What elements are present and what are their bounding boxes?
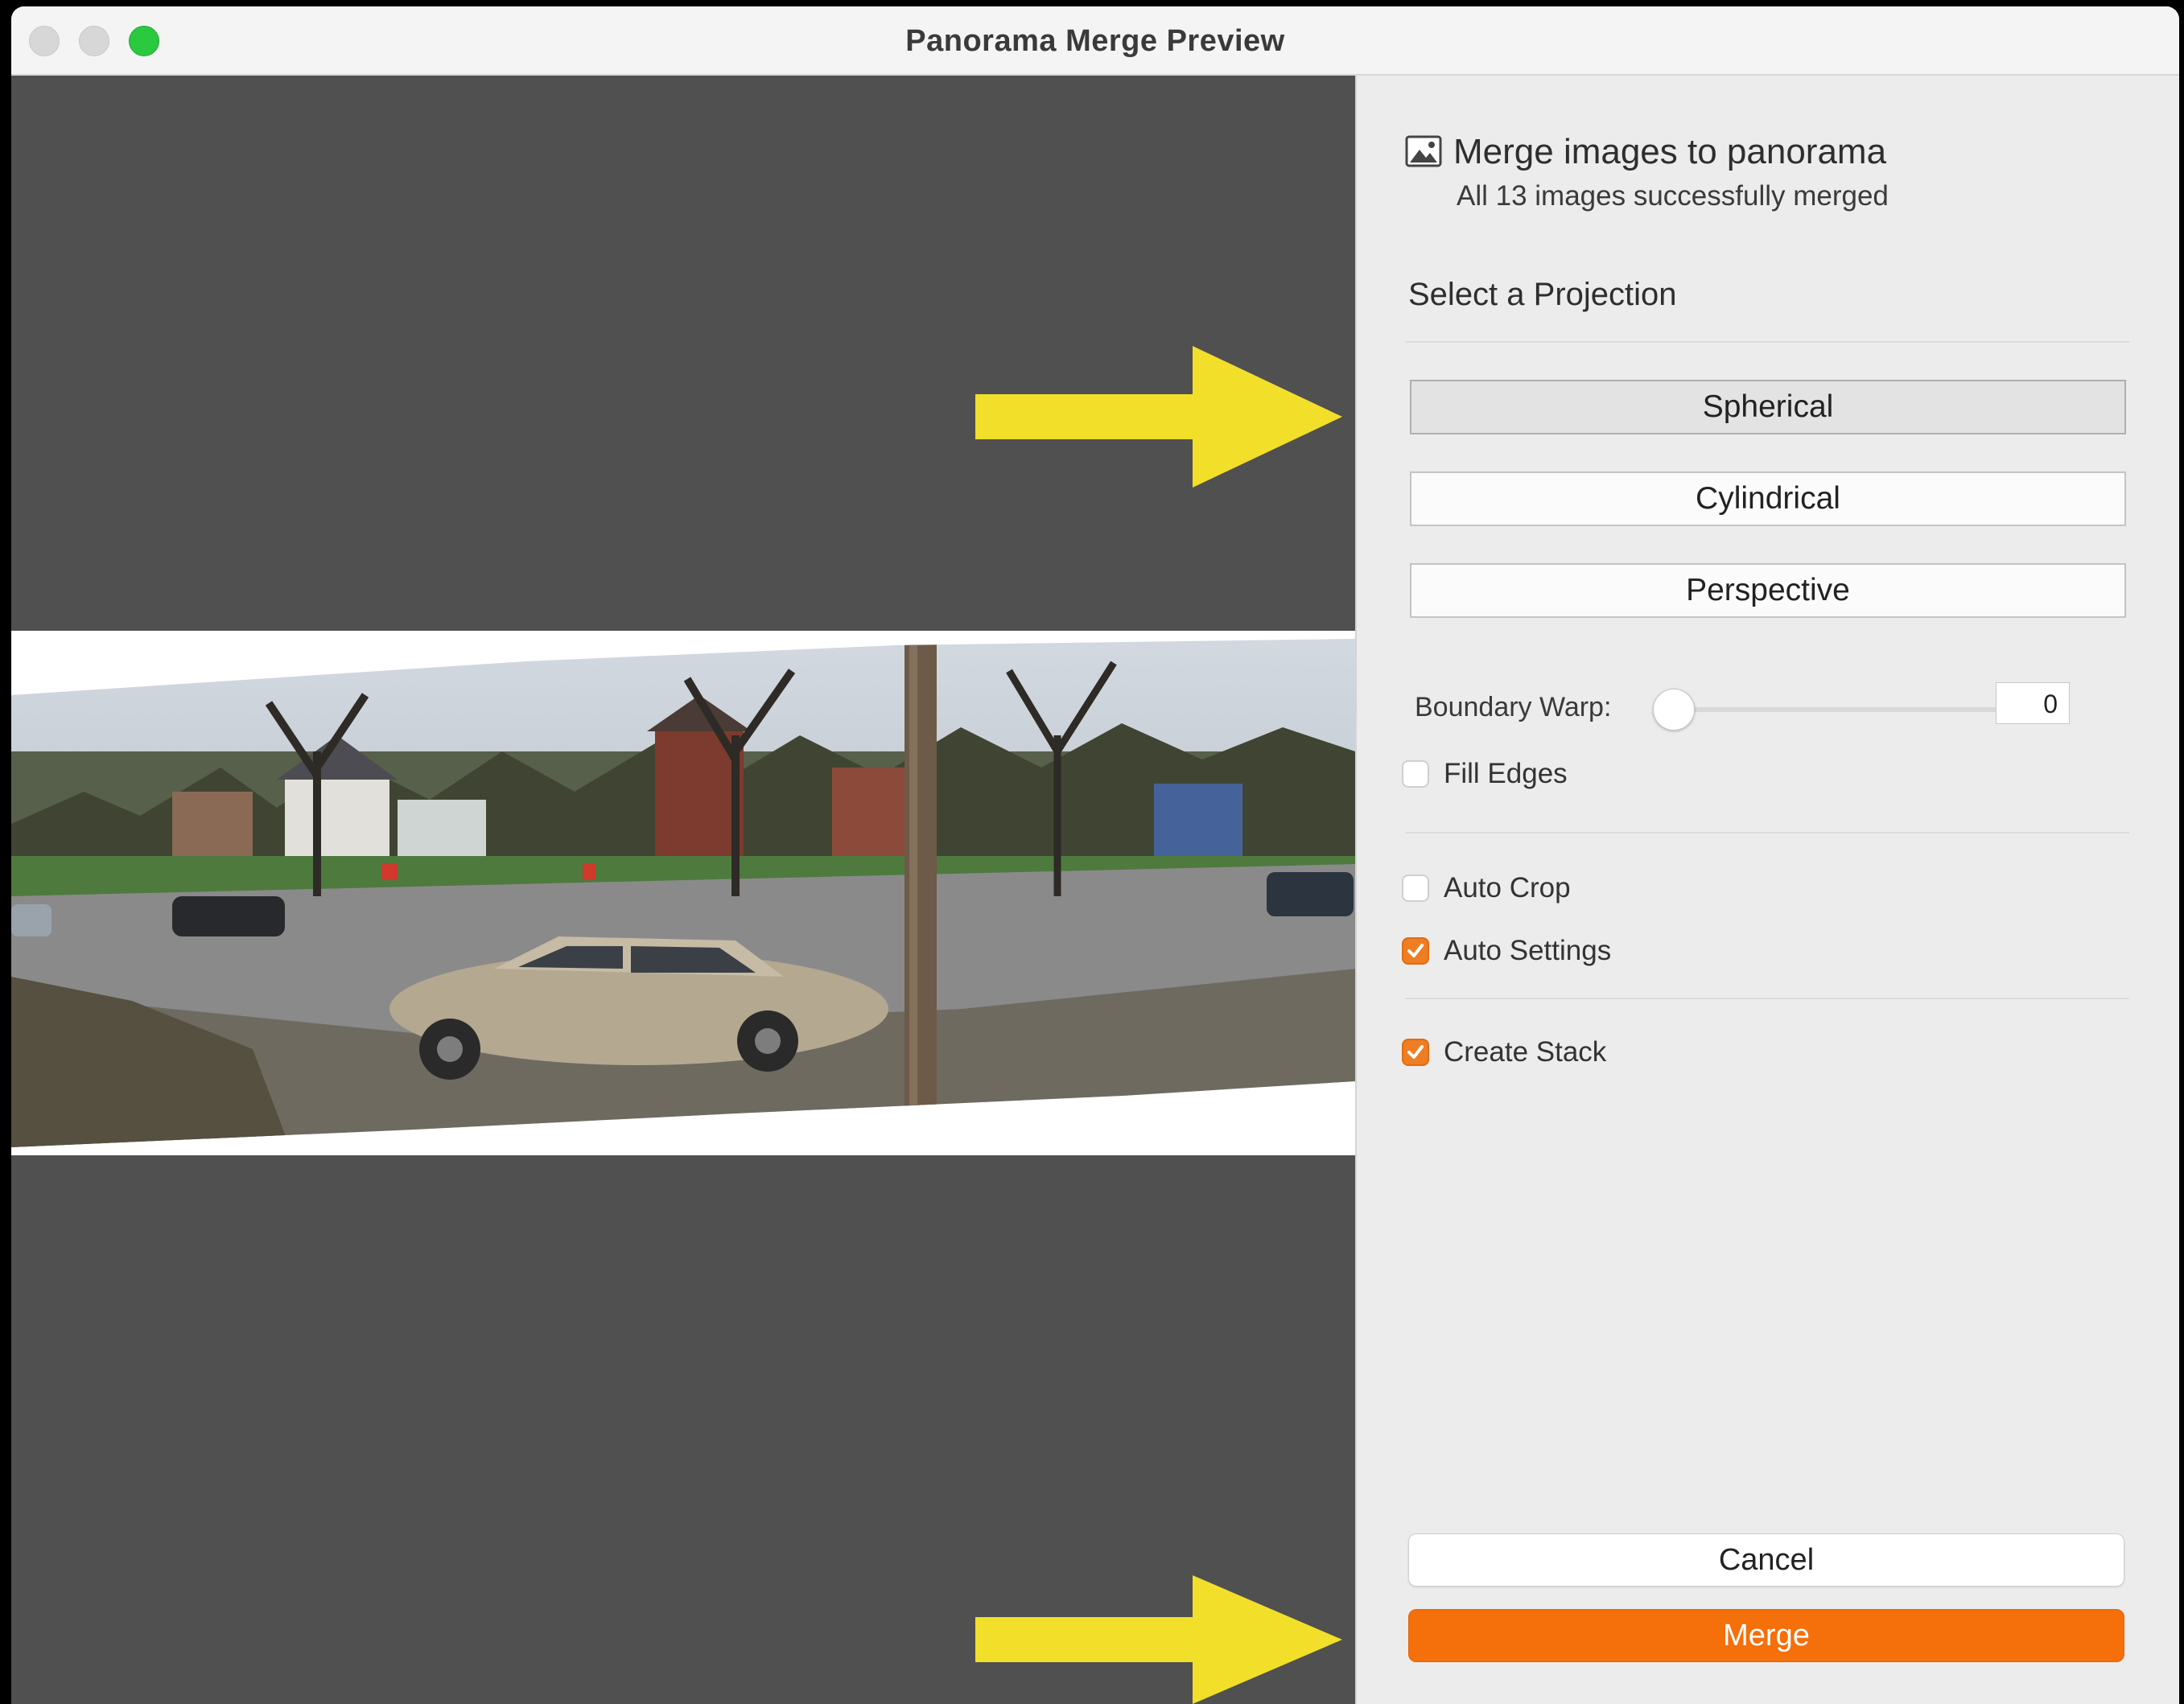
auto-crop-option[interactable]: Auto Crop: [1402, 872, 1571, 904]
projection-section-label: Select a Projection: [1408, 277, 1677, 312]
panorama-preview-image: [11, 631, 1355, 1155]
panorama-merge-window: Panorama Merge Preview Merge images to p…: [11, 6, 2179, 1704]
checkmark-icon: [1407, 944, 1424, 957]
spherical-projection-button[interactable]: Spherical: [1410, 380, 2126, 434]
boundary-warp-label: Boundary Warp:: [1415, 692, 1612, 722]
panel-title: Merge images to panorama: [1453, 132, 1887, 171]
checkmark-icon: [1407, 1045, 1424, 1059]
title-bar: Panorama Merge Preview: [11, 6, 2179, 76]
auto-settings-option[interactable]: Auto Settings: [1402, 935, 1611, 967]
window-title: Panorama Merge Preview: [905, 24, 1285, 58]
panorama-image-icon: [1405, 135, 1442, 167]
divider: [1405, 832, 2129, 833]
create-stack-checkbox[interactable]: [1402, 1039, 1429, 1066]
fill-edges-option[interactable]: Fill Edges: [1402, 758, 1568, 790]
annotation-arrow-icon: [975, 1575, 1342, 1704]
create-stack-label: Create Stack: [1444, 1036, 1607, 1068]
annotation-arrow-icon: [975, 346, 1342, 488]
boundary-warp-value-field[interactable]: 0: [1996, 682, 2070, 724]
merge-button[interactable]: Merge: [1408, 1609, 2124, 1662]
merge-status-text: All 13 images successfully merged: [1457, 180, 1889, 212]
merge-options-panel: Merge images to panorama All 13 images s…: [1355, 76, 2179, 1704]
create-stack-option[interactable]: Create Stack: [1402, 1036, 1606, 1068]
divider: [1405, 341, 2129, 343]
fill-edges-label: Fill Edges: [1444, 758, 1568, 789]
divider: [1405, 998, 2129, 999]
boundary-warp-slider-handle[interactable]: [1653, 689, 1695, 731]
panorama-preview-area: [11, 76, 1355, 1704]
cylindrical-projection-button[interactable]: Cylindrical: [1410, 471, 2126, 526]
auto-settings-label: Auto Settings: [1444, 935, 1612, 966]
boundary-warp-slider-track[interactable]: [1667, 707, 1999, 712]
auto-crop-checkbox[interactable]: [1402, 875, 1429, 902]
perspective-projection-button[interactable]: Perspective: [1410, 563, 2126, 618]
auto-crop-label: Auto Crop: [1444, 872, 1571, 903]
fill-edges-checkbox[interactable]: [1402, 760, 1429, 788]
cancel-button[interactable]: Cancel: [1408, 1533, 2124, 1587]
auto-settings-checkbox[interactable]: [1402, 937, 1429, 965]
